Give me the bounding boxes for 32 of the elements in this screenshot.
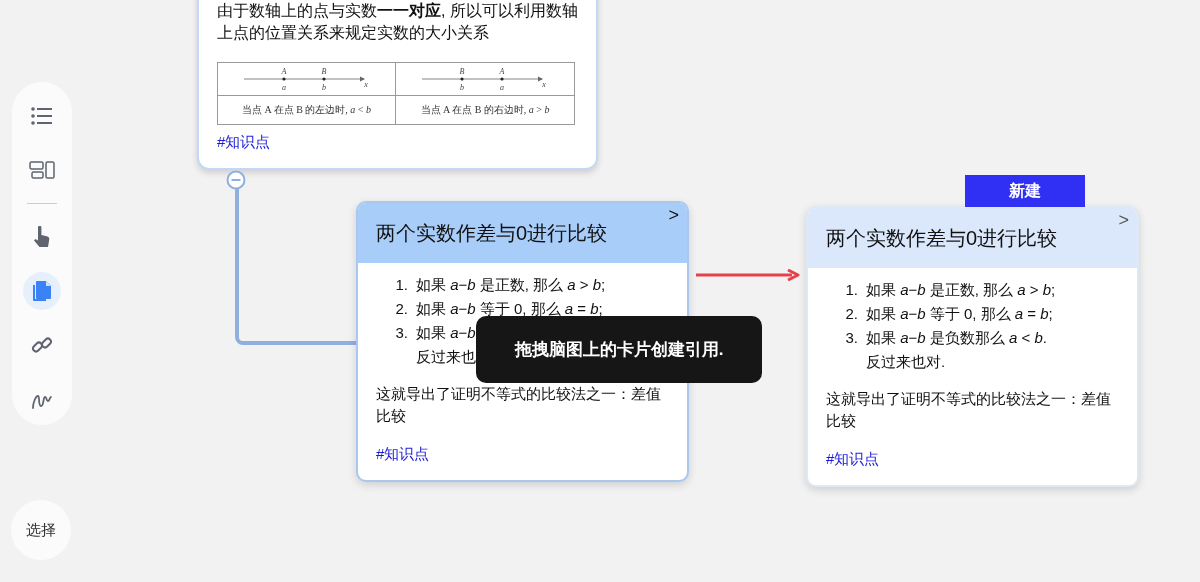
figure-caption: 当点 A 在点 B 的右边时, a > b: [419, 103, 551, 117]
card-text: 这就导出了证明不等式的比较法之一：差值比较: [376, 384, 662, 426]
list-item-text: 反过来也: [416, 347, 476, 367]
list-item-text: 如果 a−b 是正数, 那么 a > b;: [416, 275, 606, 295]
point-label: A: [281, 67, 286, 76]
card-title: 两个实数作差与0进行比较: [826, 225, 1058, 251]
list-number: 2.: [394, 299, 409, 319]
list-item-text: 如果 a−b 等于 0, 那么 a = b;: [866, 304, 1053, 324]
point-label: B: [321, 67, 326, 76]
point-value: a: [281, 83, 286, 92]
point-label: A: [499, 67, 505, 76]
point-value: b: [321, 83, 326, 92]
point-value: b: [460, 83, 464, 92]
card-text: 由于数轴上的点与实数一一对应, 所以可以利用数轴上点的位置关系来规定实数的大小关系: [217, 1, 579, 43]
axis-label: x: [542, 80, 546, 89]
list-number: 1.: [394, 275, 409, 295]
list-item-text: 如果 a−b 等于 0, 那么 a = b;: [416, 299, 603, 319]
card-text: 这就导出了证明不等式的比较法之一：差值比较: [826, 389, 1112, 431]
list-item-text: 如果 a−b 是负数那么 a < b.: [866, 328, 1047, 348]
axis-label: x: [363, 80, 368, 89]
point-label: B: [459, 67, 465, 76]
list-item-text: 反过来也对.: [866, 352, 947, 372]
list-number: 1.: [844, 280, 859, 300]
list-number: 3.: [844, 328, 859, 348]
list-number: 3.: [394, 323, 409, 343]
list-number: 2.: [844, 304, 859, 324]
card-title: 两个实数作差与0进行比较: [376, 220, 608, 246]
tooltip: 拖拽脑图上的卡片创建引用.: [476, 316, 762, 383]
list-item-text: 如果 a−b 是正数, 那么 a > b;: [866, 280, 1056, 300]
point-value: a: [500, 83, 504, 92]
figure-caption: 当点 A 在点 B 的左边时, a < b: [218, 96, 396, 124]
list-item-text: 如果 a−b: [416, 323, 476, 343]
